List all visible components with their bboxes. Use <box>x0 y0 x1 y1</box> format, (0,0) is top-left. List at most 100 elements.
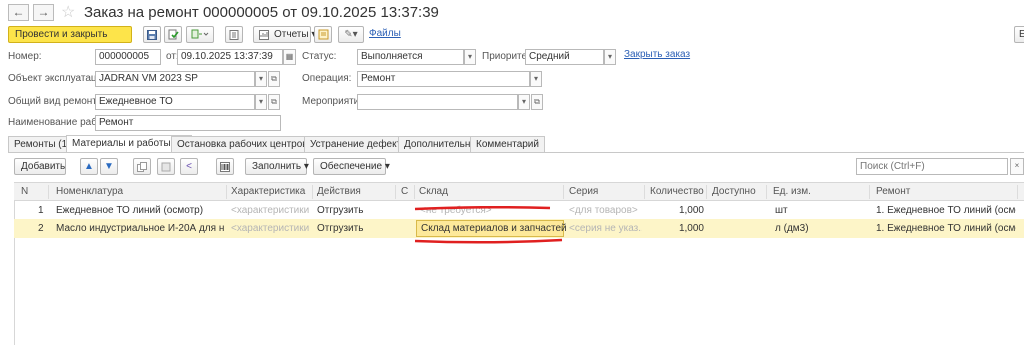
object-dropdown-button[interactable]: ▾ <box>255 71 267 87</box>
copy-row-button[interactable] <box>133 158 151 175</box>
repair-type-field[interactable]: Ежедневное ТО <box>95 94 255 110</box>
column-header[interactable]: Доступно <box>712 186 756 197</box>
more-button[interactable]: Е <box>1014 26 1024 43</box>
share-button[interactable]: < <box>180 158 198 175</box>
create-based-on-button[interactable] <box>186 26 214 43</box>
column-divider <box>395 185 396 199</box>
list-icon <box>229 30 239 40</box>
characteristic-cell[interactable]: <характеристики ... <box>231 223 311 234</box>
object-open-button[interactable]: ⧉ <box>268 71 280 87</box>
chevron-down-icon: ▾ <box>467 52 472 61</box>
favorite-star-icon[interactable]: ☆ <box>61 2 75 22</box>
chevron-down-icon: ▾ <box>533 74 538 83</box>
paperclip-icon: ✎ <box>344 29 353 40</box>
post-button[interactable] <box>164 26 182 43</box>
quantity-cell[interactable]: 1,000 <box>650 205 704 216</box>
open-icon: ⧉ <box>271 74 277 83</box>
back-button[interactable]: ← <box>8 4 29 21</box>
operation-dropdown-button[interactable]: ▾ <box>530 71 542 87</box>
move-up-button[interactable]: ▲ <box>80 158 98 175</box>
unit-cell[interactable]: шт <box>775 205 788 216</box>
repair-cell[interactable]: 1. Ежедневное ТО линий (осмотр) <box>876 205 1016 216</box>
event-dropdown-button[interactable]: ▾ <box>518 94 530 110</box>
repair-cell[interactable]: 1. Ежедневное ТО линий (осмотр) <box>876 223 1016 234</box>
close-order-link[interactable]: Закрыть заказ <box>624 49 690 60</box>
column-divider <box>869 185 870 199</box>
highlight-underline-top <box>414 206 551 211</box>
column-divider <box>226 185 227 199</box>
column-header[interactable]: Серия <box>569 186 598 197</box>
column-header[interactable]: Ремонт <box>876 186 910 197</box>
number-label: Номер: <box>8 51 42 62</box>
column-header[interactable]: Характеристика <box>231 186 305 197</box>
characteristic-cell[interactable]: <характеристики ... <box>231 205 311 216</box>
operation-label: Операция: <box>302 73 352 84</box>
forward-button[interactable]: → <box>33 4 54 21</box>
repair-type-label: Общий вид ремонта: <box>8 96 106 107</box>
column-header[interactable]: Действия <box>317 186 361 197</box>
status-select[interactable]: Выполняется <box>357 49 464 65</box>
move-down-button[interactable]: ▼ <box>100 158 118 175</box>
column-header[interactable]: Количество <box>650 186 704 197</box>
close-icon: × <box>1014 161 1020 170</box>
object-field[interactable]: JADRAN VM 2023 SP <box>95 71 255 87</box>
files-link[interactable]: Файлы <box>369 28 401 39</box>
copy-icon <box>137 162 147 172</box>
open-icon: ⧉ <box>271 97 277 106</box>
clear-search-button[interactable]: × <box>1010 158 1024 175</box>
post-document-icon <box>168 29 179 40</box>
number-field[interactable]: 000000005 <box>95 49 161 65</box>
series-cell[interactable]: <серия не указ... <box>569 223 642 234</box>
print-icon <box>318 29 328 40</box>
event-open-button[interactable]: ⧉ <box>531 94 543 110</box>
paste-row-button[interactable] <box>157 158 175 175</box>
fill-menu-button[interactable]: Заполнить ▾ <box>245 158 309 175</box>
column-header[interactable]: Ед. изм. <box>773 186 811 197</box>
highlight-underline-bottom <box>414 238 563 244</box>
tab-divider <box>8 152 1024 153</box>
priority-select[interactable]: Средний <box>525 49 604 65</box>
nomenclature-cell[interactable]: Масло индустриальное И-20А для напра... <box>56 223 224 234</box>
status-label: Статус: <box>302 51 337 62</box>
calendar-button[interactable]: ▦ <box>283 49 296 65</box>
series-cell[interactable]: <для товаров> <box>569 205 642 216</box>
column-divider <box>1017 185 1018 199</box>
action-cell[interactable]: Отгрузить <box>317 205 363 216</box>
status-dropdown-button[interactable]: ▾ <box>464 49 476 65</box>
page-title: Заказ на ремонт 000000005 от 09.10.2025 … <box>84 4 439 21</box>
supply-menu-button[interactable]: Обеспечение ▾ <box>313 158 390 175</box>
tab-comment[interactable]: Комментарий <box>470 136 545 152</box>
supply-label: Обеспечение <box>320 161 383 172</box>
quantity-cell[interactable]: 1,000 <box>650 223 704 234</box>
table-header: N Номенклатура Характеристика Действия С… <box>14 182 1024 201</box>
search-input[interactable] <box>856 158 1008 175</box>
open-icon: ⧉ <box>534 97 540 106</box>
attachments-menu-button[interactable]: ✎▾ <box>338 26 364 43</box>
works-name-field[interactable]: Ремонт <box>95 115 281 131</box>
save-button[interactable] <box>143 26 161 43</box>
nomenclature-cell[interactable]: Ежедневное ТО линий (осмотр) <box>56 205 224 216</box>
operation-select[interactable]: Ремонт <box>357 71 530 87</box>
arrow-left-icon: ← <box>12 5 25 19</box>
repair-type-open-button[interactable]: ⧉ <box>268 94 280 110</box>
action-cell[interactable]: Отгрузить <box>317 223 363 234</box>
priority-dropdown-button[interactable]: ▾ <box>604 49 616 65</box>
unit-cell[interactable]: л (дм3) <box>775 223 809 234</box>
column-header[interactable]: Склад <box>419 186 448 197</box>
repair-type-dropdown-button[interactable]: ▾ <box>255 94 267 110</box>
post-and-close-button[interactable]: Провести и закрыть <box>8 26 132 43</box>
barcode-button[interactable] <box>216 158 234 175</box>
add-button[interactable]: Добавить <box>14 158 66 175</box>
create-based-icon <box>191 29 209 39</box>
column-header[interactable]: N <box>21 186 28 197</box>
report-icon <box>259 30 269 40</box>
calendar-icon: ▦ <box>285 52 294 61</box>
print-button[interactable] <box>314 26 332 43</box>
column-header[interactable]: Номенклатура <box>56 186 123 197</box>
date-field[interactable]: 09.10.2025 13:37:39 <box>177 49 283 65</box>
event-field[interactable] <box>357 94 518 110</box>
share-icon: < <box>186 161 192 172</box>
reports-menu-button[interactable]: Отчеты ▾ <box>253 26 316 43</box>
structure-button[interactable] <box>225 26 243 43</box>
column-header[interactable]: С <box>401 186 408 197</box>
